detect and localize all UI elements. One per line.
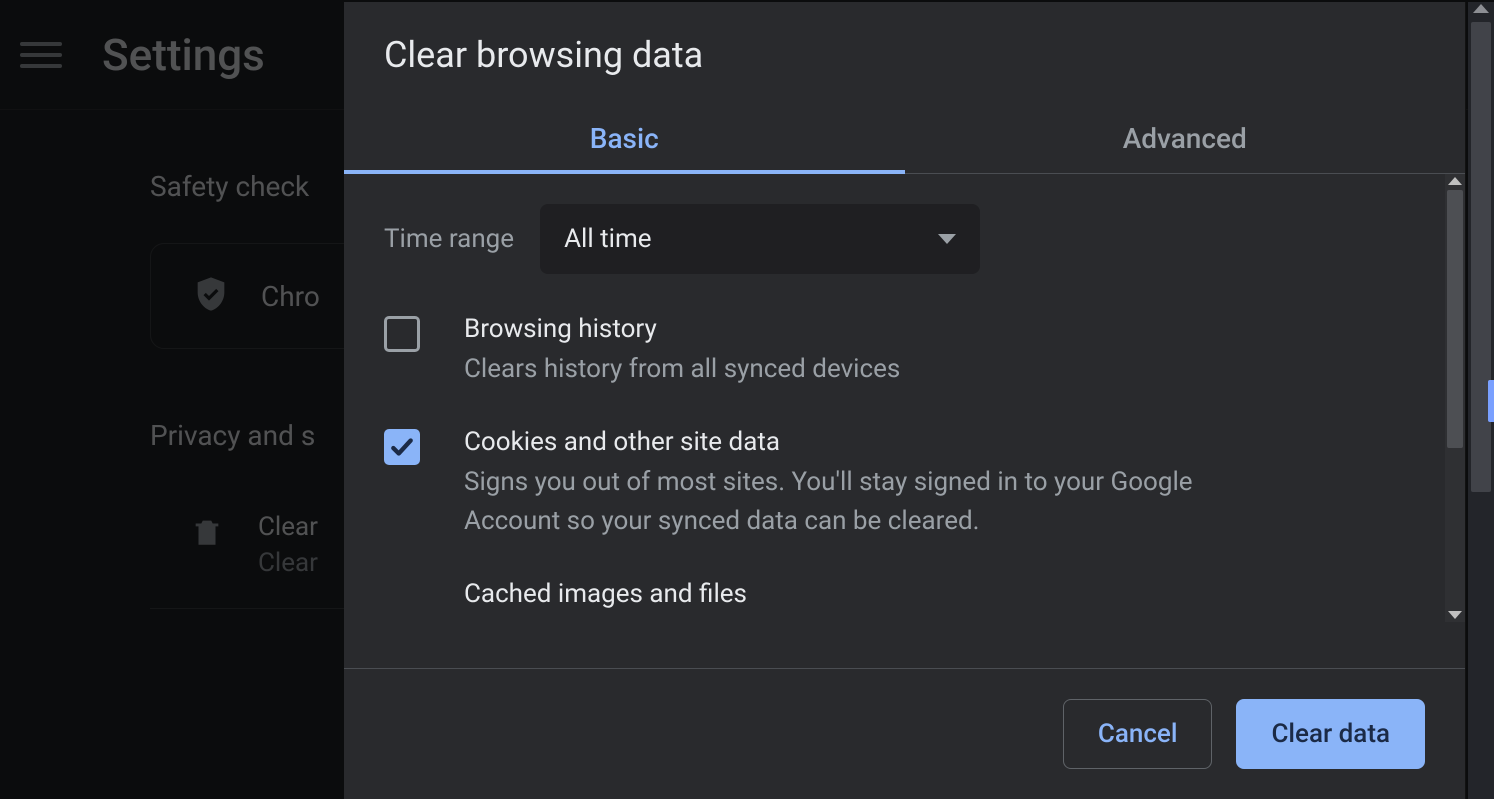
- clear-item-title: Clear: [258, 512, 318, 542]
- scroll-marker: [1488, 380, 1494, 422]
- scroll-down-icon[interactable]: [1448, 608, 1462, 622]
- option-cached[interactable]: Cached images and files: [384, 579, 1425, 617]
- safety-check-text: Chro: [261, 280, 320, 313]
- option-desc: Signs you out of most sites. You'll stay…: [464, 463, 1284, 541]
- dialog-footer: Cancel Clear data: [344, 668, 1465, 799]
- scroll-up-icon[interactable]: [1448, 174, 1462, 188]
- cancel-button[interactable]: Cancel: [1063, 699, 1213, 769]
- clear-browsing-data-dialog: Clear browsing data Basic Advanced Time …: [344, 2, 1466, 799]
- scroll-thumb[interactable]: [1447, 190, 1463, 448]
- option-title: Cookies and other site data: [464, 427, 1284, 457]
- dialog-tabs: Basic Advanced: [344, 108, 1465, 174]
- menu-icon[interactable]: [20, 42, 62, 68]
- checkbox-browsing-history[interactable]: [384, 316, 420, 352]
- option-cookies[interactable]: Cookies and other site data Signs you ou…: [384, 427, 1425, 541]
- time-range-label: Time range: [384, 224, 514, 254]
- clear-data-button[interactable]: Clear data: [1236, 699, 1425, 769]
- trash-icon: [190, 512, 224, 556]
- checkbox-cookies[interactable]: [384, 429, 420, 465]
- dialog-body: Time range All time Browsing history Cle…: [344, 174, 1465, 668]
- chevron-down-icon: [938, 234, 956, 244]
- option-title: Browsing history: [464, 314, 900, 344]
- time-range-select[interactable]: All time: [540, 204, 980, 274]
- dialog-title: Clear browsing data: [344, 2, 1465, 108]
- shield-icon: [191, 274, 231, 318]
- scroll-up-icon[interactable]: [1473, 4, 1489, 20]
- tab-advanced[interactable]: Advanced: [905, 108, 1466, 173]
- dialog-body-scrollbar[interactable]: [1445, 174, 1465, 622]
- time-range-value: All time: [564, 224, 651, 254]
- option-desc: Clears history from all synced devices: [464, 350, 900, 389]
- clear-item-sub: Clear: [258, 548, 318, 578]
- tab-basic[interactable]: Basic: [344, 108, 905, 173]
- page-title: Settings: [102, 29, 265, 81]
- option-browsing-history[interactable]: Browsing history Clears history from all…: [384, 314, 1425, 389]
- option-title: Cached images and files: [464, 579, 747, 609]
